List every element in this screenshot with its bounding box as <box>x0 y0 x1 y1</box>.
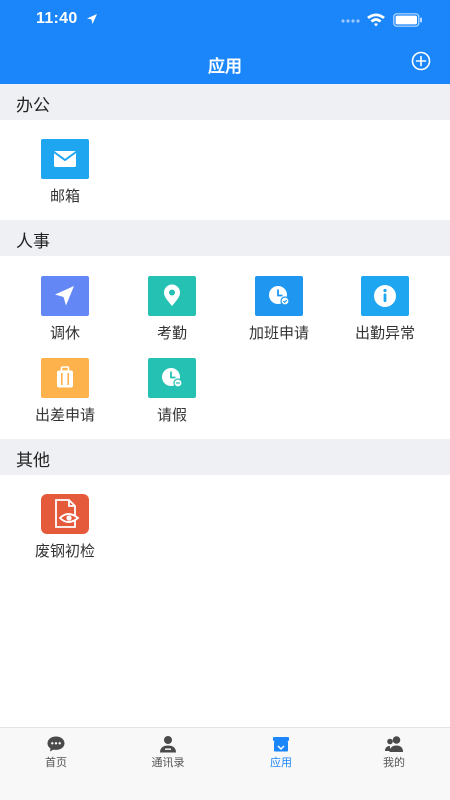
section-header-hr: 人事 <box>0 220 450 256</box>
plus-circle-icon[interactable] <box>411 51 431 71</box>
app-overtime-request[interactable]: 加班申请 <box>224 276 334 348</box>
section-title: 办公 <box>16 96 50 116</box>
tab-label: 首页 <box>45 756 67 769</box>
clock-icon <box>148 358 196 398</box>
app-label: 加班申请 <box>248 324 309 342</box>
app-label: 出勤异常 <box>354 324 415 342</box>
clock-icon <box>255 276 303 316</box>
tab-home[interactable]: 首页 <box>0 728 112 778</box>
users-icon <box>385 736 403 752</box>
navigation-arrow-icon <box>41 276 89 316</box>
app-label: 邮箱 <box>49 187 80 205</box>
bottom-tab-bar: 首页 通讯录 应用 我的 <box>0 727 450 800</box>
section-title: 其他 <box>16 451 50 471</box>
app-label: 出差申请 <box>34 406 95 424</box>
app-scrap-steel-inspection[interactable]: 废钢初检 <box>10 494 120 566</box>
location-arrow-icon <box>87 14 97 24</box>
tab-contacts[interactable]: 通讯录 <box>112 728 224 778</box>
app-store-icon <box>273 737 289 752</box>
app-business-trip[interactable]: 出差申请 <box>10 358 120 430</box>
app-attendance-exception[interactable]: 出勤异常 <box>330 276 440 348</box>
tab-label: 应用 <box>270 756 292 769</box>
document-eye-icon <box>41 494 89 534</box>
section-header-office: 办公 <box>0 84 450 120</box>
app-mail[interactable]: 邮箱 <box>10 139 120 211</box>
page-title: 应用 <box>208 57 242 77</box>
app-leave-request[interactable]: 请假 <box>117 358 227 430</box>
chat-bubble-icon <box>47 736 65 752</box>
status-bar: 11:40 <box>0 0 450 40</box>
app-label: 考勤 <box>156 324 187 342</box>
contact-person-icon <box>160 736 176 753</box>
app-label: 废钢初检 <box>34 542 95 560</box>
tab-label: 通讯录 <box>151 756 185 769</box>
app-label: 调休 <box>49 324 80 342</box>
status-time: 11:40 <box>36 10 78 27</box>
app-label: 请假 <box>156 406 187 424</box>
battery-icon <box>393 13 422 27</box>
tab-profile[interactable]: 我的 <box>338 728 450 778</box>
header-bar: 11:40 应用 <box>0 0 450 84</box>
tab-label: 我的 <box>383 756 405 769</box>
suitcase-icon <box>41 358 89 398</box>
signal-dots-icon <box>341 19 360 23</box>
app-attendance[interactable]: 考勤 <box>117 276 227 348</box>
section-header-other: 其他 <box>0 439 450 475</box>
tab-apps[interactable]: 应用 <box>225 728 337 778</box>
wifi-icon <box>367 13 385 27</box>
app-shift-leave[interactable]: 调休 <box>10 276 120 348</box>
section-title: 人事 <box>16 232 50 252</box>
mail-icon <box>41 139 89 179</box>
info-icon <box>361 276 409 316</box>
location-pin-icon <box>148 276 196 316</box>
